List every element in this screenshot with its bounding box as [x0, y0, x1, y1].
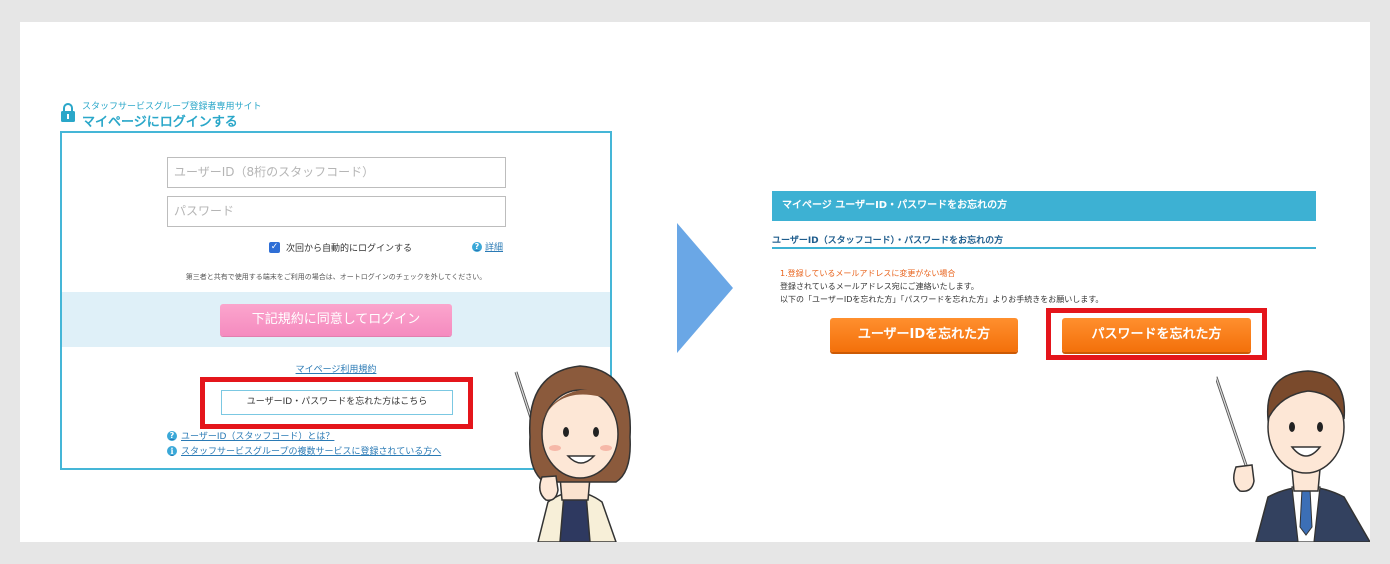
help-link-multiple-services[interactable]: i スタッフサービスグループの複数サービスに登録されている方へ: [167, 444, 441, 457]
auto-login-label: 次回から自動的にログインする: [286, 244, 413, 254]
help-link-userid[interactable]: ? ユーザーID（スタッフコード）とは？: [167, 429, 334, 442]
forgot-page-subheader: ユーザーID（スタッフコード）・パスワードをお忘れの方: [772, 233, 1316, 249]
detail-link-label: 詳細: [485, 243, 504, 253]
instruction-line: 以下の「ユーザーIDを忘れた方」「パスワードを忘れた方」よりお手続きをお願いしま…: [780, 295, 1104, 304]
page-title: マイページにログインする: [82, 115, 238, 130]
condition-heading: 1.登録しているメールアドレスに変更がない場合: [780, 269, 956, 278]
userid-input[interactable]: ユーザーID（8桁のスタッフコード）: [167, 157, 506, 188]
help-link-label: ユーザーID（スタッフコード）とは？: [181, 432, 335, 442]
auto-login-checkbox[interactable]: ✓: [269, 242, 280, 253]
auto-login-row[interactable]: ✓ 次回から自動的にログインする: [269, 241, 412, 254]
instruction-line: 登録されているメールアドレス宛にご連絡いたします。: [780, 282, 979, 291]
forgot-userid-button[interactable]: ユーザーIDを忘れた方: [830, 318, 1018, 352]
login-button[interactable]: 下記規約に同意してログイン: [220, 304, 452, 336]
password-input[interactable]: パスワード: [167, 196, 506, 227]
woman-presenter-illustration: [514, 365, 631, 542]
highlight-box-forgot-link: [200, 377, 473, 429]
question-icon: ?: [167, 430, 177, 441]
next-step-arrow-icon: [677, 223, 733, 353]
man-presenter-illustration: [1216, 370, 1370, 542]
question-icon: ?: [472, 241, 482, 252]
detail-link[interactable]: ? 詳細: [472, 240, 503, 253]
lock-icon: [61, 103, 75, 122]
screenshot-canvas: スタッフサービスグループ登録者専用サイト マイページにログインする ユーザーID…: [20, 22, 1370, 542]
info-icon: i: [167, 445, 177, 456]
forgot-page-header: マイページ ユーザーID・パスワードをお忘れの方: [772, 191, 1316, 221]
help-link-label: スタッフサービスグループの複数サービスに登録されている方へ: [181, 447, 442, 457]
auto-login-notice: 第三者と共有で使用する端末をご利用の場合は、オートログインのチェックを外してくだ…: [185, 273, 487, 281]
login-button-band: 下記規約に同意してログイン: [62, 292, 610, 347]
